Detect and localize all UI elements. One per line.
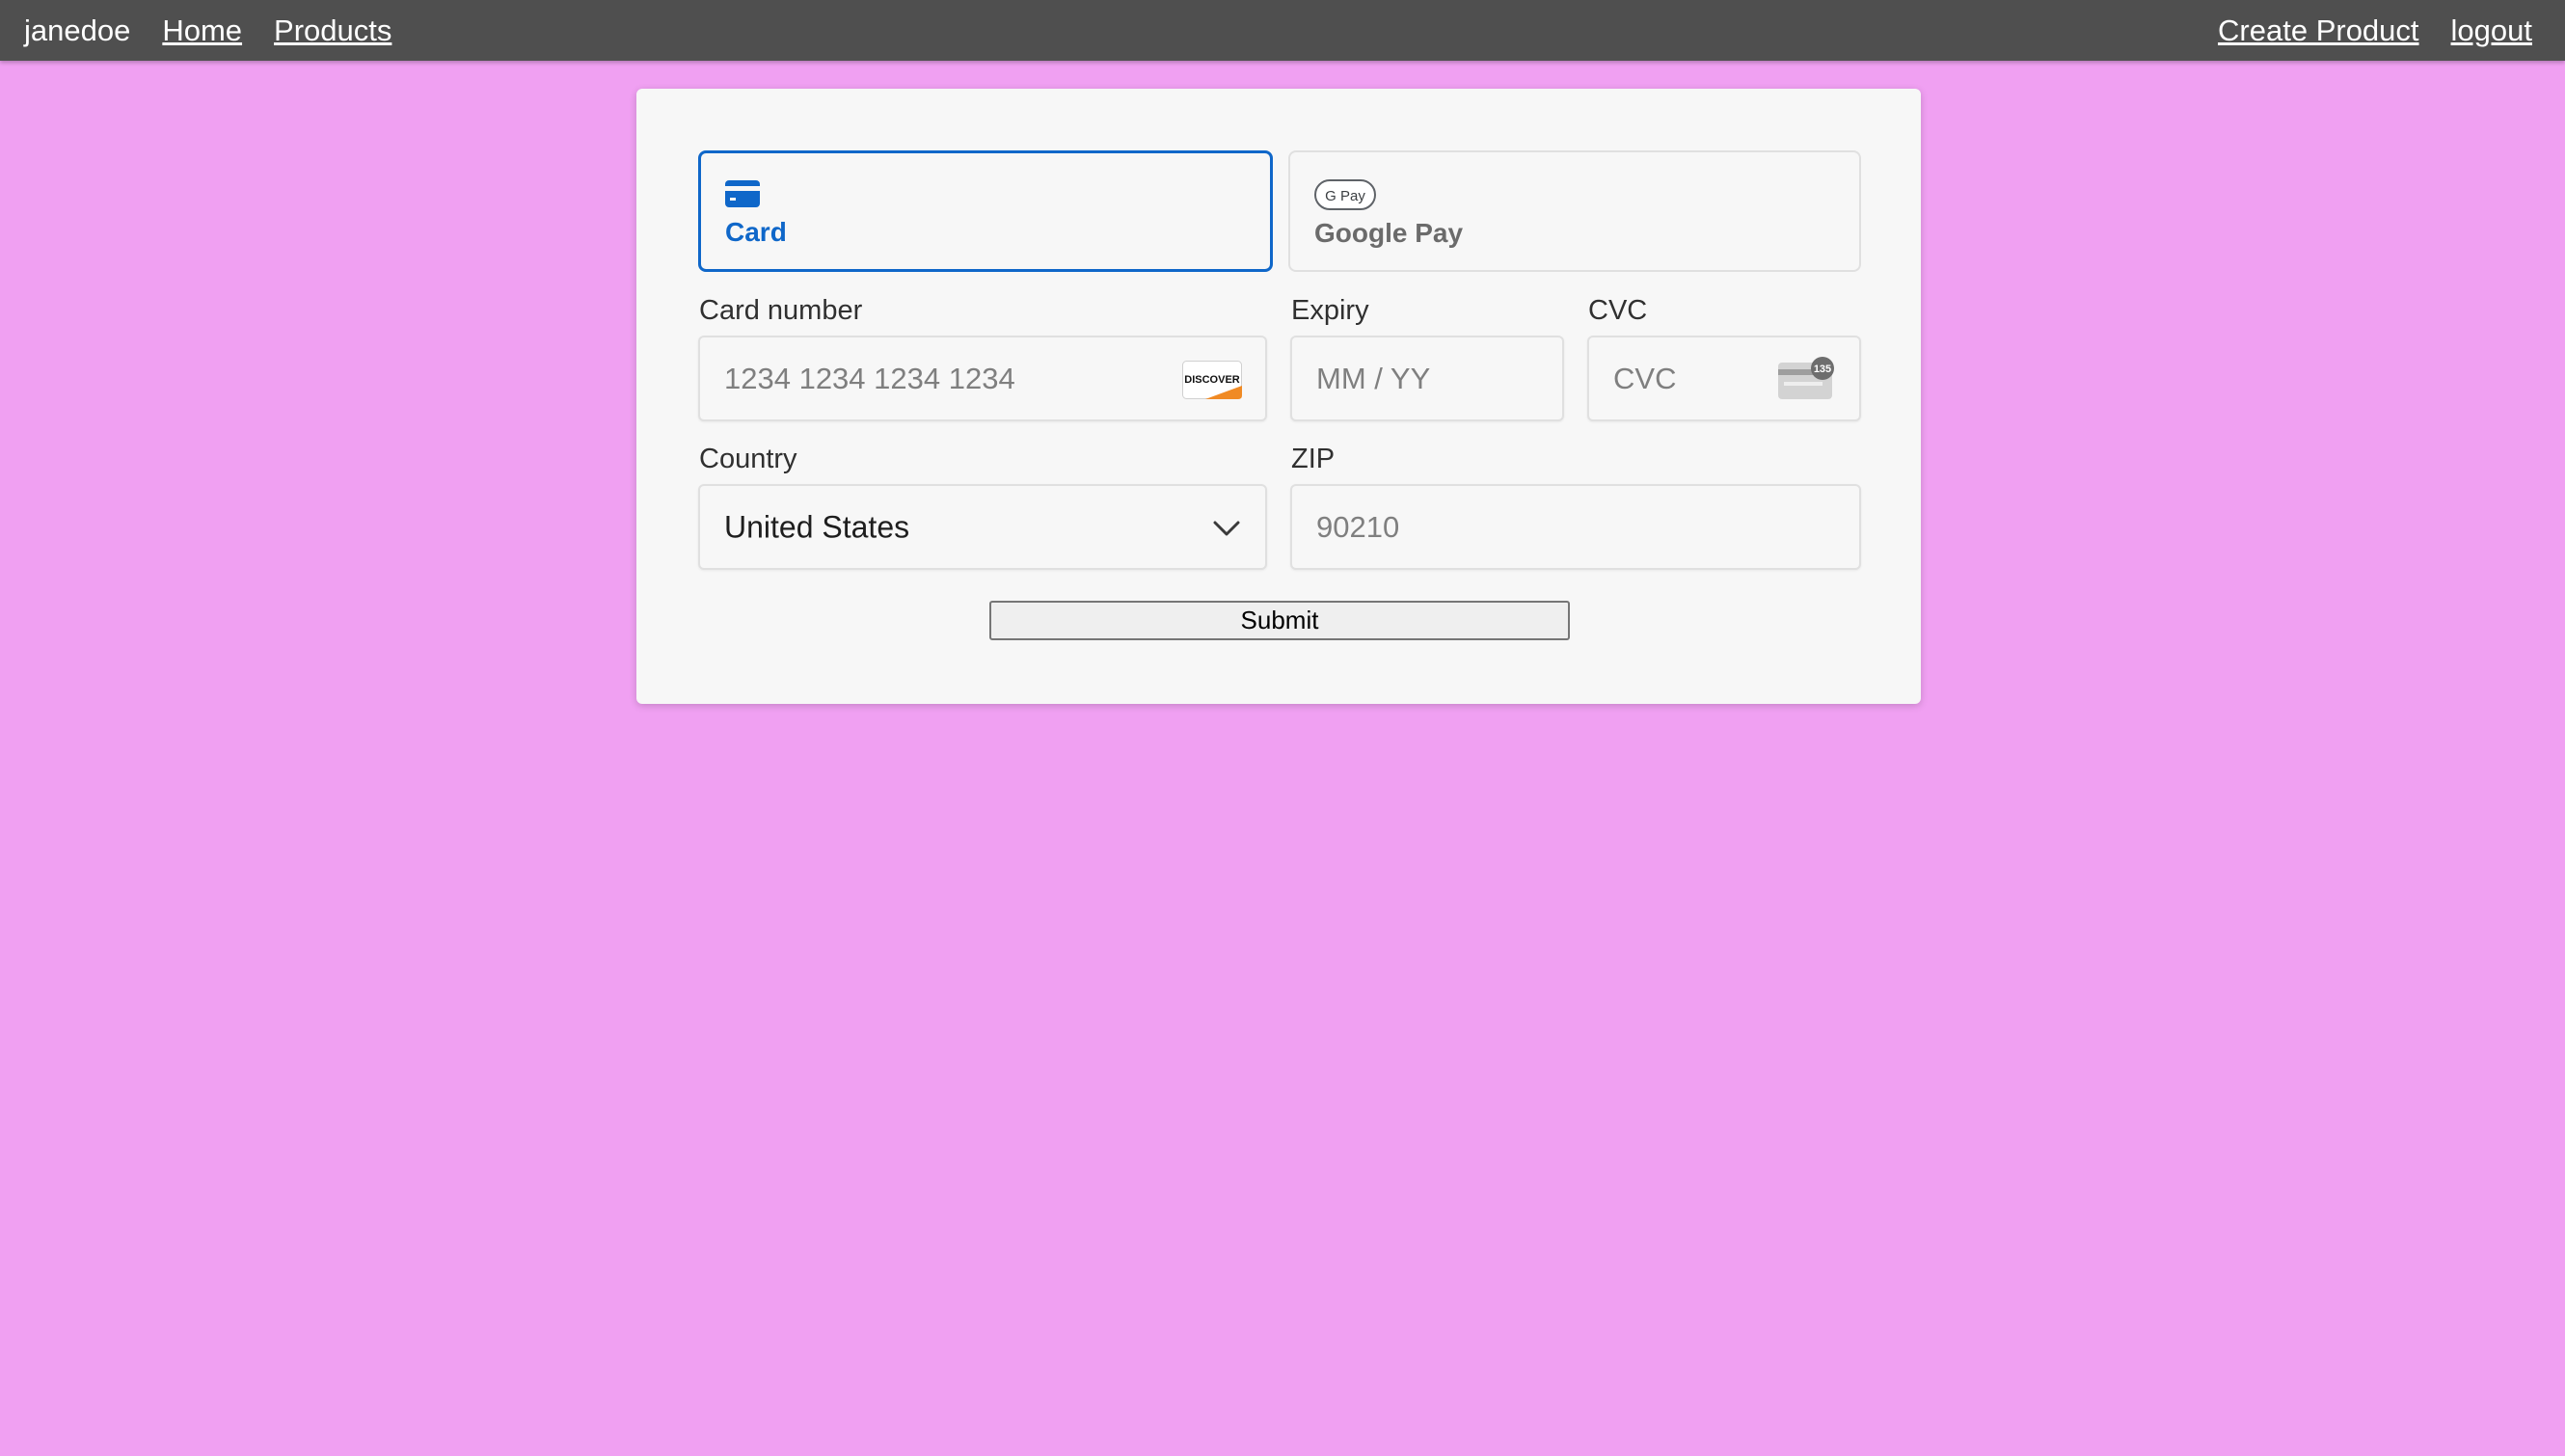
- nav-link-products[interactable]: Products: [274, 13, 392, 48]
- zip-placeholder: 90210: [1316, 509, 1400, 544]
- expiry-placeholder: MM / YY: [1316, 361, 1431, 395]
- google-pay-icon: G Pay: [1314, 179, 1376, 215]
- nav-link-home[interactable]: Home: [162, 13, 242, 48]
- card-number-input[interactable]: 1234 1234 1234 1234 DISCOVER: [698, 336, 1267, 421]
- payment-form-panel: Card G Pay Google Pay Card number 1234 1…: [636, 89, 1921, 704]
- country-select[interactable]: United States: [698, 484, 1267, 570]
- tab-card-label: Card: [725, 217, 787, 247]
- discover-icon: DISCOVER: [1182, 361, 1242, 404]
- nav-right: Create Product logout: [2186, 13, 2565, 48]
- zip-label: ZIP: [1291, 444, 1336, 474]
- username-label: janedoe: [24, 13, 131, 47]
- expiry-input[interactable]: MM / YY: [1290, 336, 1564, 421]
- card-number-placeholder: 1234 1234 1234 1234: [724, 361, 1015, 395]
- zip-input[interactable]: 90210: [1290, 484, 1861, 570]
- discover-brand-text: DISCOVER: [1184, 374, 1240, 386]
- tab-google-pay[interactable]: G Pay Google Pay: [1288, 150, 1861, 272]
- cvc-badge-text: 135: [1814, 364, 1831, 375]
- submit-button[interactable]: Submit: [989, 601, 1570, 640]
- country-label: Country: [699, 444, 797, 474]
- country-selected-value: United States: [724, 509, 910, 544]
- nav-link-create-product[interactable]: Create Product: [2218, 13, 2419, 48]
- expiry-label: Expiry: [1291, 295, 1369, 326]
- chevron-down-icon: [1213, 520, 1240, 542]
- card-number-label: Card number: [699, 295, 863, 326]
- gpay-badge-text: G Pay: [1325, 188, 1365, 204]
- nav-left: janedoe Home Products: [0, 13, 423, 48]
- tab-google-pay-label: Google Pay: [1314, 218, 1464, 248]
- credit-card-icon: [725, 180, 760, 212]
- cvc-card-icon: 135: [1778, 357, 1838, 406]
- tab-card[interactable]: Card: [698, 150, 1273, 272]
- nav-link-logout[interactable]: logout: [2451, 13, 2532, 48]
- cvc-label: CVC: [1588, 295, 1648, 326]
- cvc-placeholder: CVC: [1613, 361, 1677, 395]
- payment-method-tabs: Card G Pay Google Pay: [698, 150, 1861, 272]
- cvc-input[interactable]: CVC 135: [1587, 336, 1861, 421]
- top-navbar: janedoe Home Products Create Product log…: [0, 0, 2565, 61]
